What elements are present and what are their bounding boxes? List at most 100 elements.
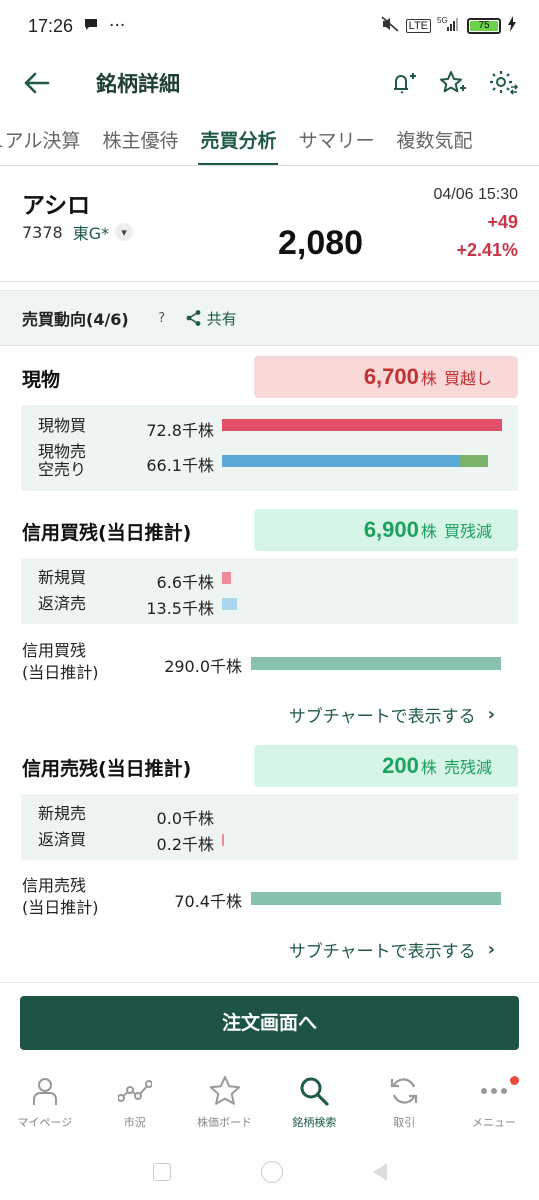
- margin-sell-subchart-link[interactable]: サブチャートで表示する ›: [289, 937, 495, 962]
- back-arrow-icon: [24, 72, 50, 94]
- status-bar: 17:26 ··· LTE 5G 75: [0, 0, 539, 52]
- tab-trading-analysis[interactable]: 売買分析: [198, 118, 279, 165]
- settings-button[interactable]: [485, 65, 521, 101]
- recent-apps-button[interactable]: [152, 1163, 171, 1181]
- new-buy-value: 6.6千株: [156, 573, 214, 592]
- star-plus-icon: [440, 71, 466, 93]
- cash-sell-label: 現物売 空売り: [38, 442, 87, 479]
- refresh-icon: [391, 1078, 418, 1104]
- cash-sell-value: 66.1千株: [146, 456, 214, 475]
- margin-sell-balance-row: 信用売残 (当日推計) 70.4千株: [0, 875, 539, 923]
- margin-sell-net-label: 売残減: [443, 758, 492, 777]
- svg-text:5G: 5G: [437, 16, 448, 25]
- margin-sell-section-header: 信用売残(当日推計) 200 株 売残減: [0, 745, 539, 789]
- nav-menu-label: メニュー: [472, 1116, 517, 1129]
- chevron-right-icon: ›: [487, 939, 495, 960]
- margin-buy-net-label: 買残減: [443, 522, 492, 541]
- cash-section-title: 現物: [22, 369, 61, 391]
- short-sell-bar: [460, 455, 488, 467]
- margin-buy-balance-row: 信用買残 (当日推計) 290.0千株: [0, 640, 539, 688]
- help-button[interactable]: ?: [151, 307, 173, 329]
- margin-sell-detail-box: 新規売 0.0千株 返済買 0.2千株: [21, 794, 518, 860]
- cash-detail-box: 現物買 72.8千株 現物売 空売り 66.1千株: [21, 405, 518, 491]
- market-selector[interactable]: 東G* ▾: [72, 220, 134, 244]
- chevron-down-icon: ▾: [115, 223, 134, 241]
- margin-buy-subchart-link[interactable]: サブチャートで表示する ›: [289, 702, 495, 727]
- nav-stock-search-label: 銘柄検索: [292, 1116, 337, 1129]
- tab-dual-earnings[interactable]: ュアル決算: [0, 118, 80, 165]
- home-button[interactable]: [260, 1161, 283, 1183]
- chevron-right-icon: ›: [487, 704, 495, 725]
- search-icon: [300, 1077, 329, 1106]
- chat-notification-icon: [83, 16, 99, 37]
- new-buy-bar: [222, 572, 231, 584]
- tab-shareholder-benefits[interactable]: 株主優待: [102, 118, 178, 165]
- cash-net-label: 買越し: [443, 369, 492, 388]
- repay-sell-label: 返済売: [38, 594, 87, 613]
- nav-market[interactable]: 市況: [90, 1066, 180, 1144]
- cash-buy-label: 現物買: [38, 416, 87, 435]
- repay-sell-bar: [222, 598, 237, 610]
- margin-buy-section-header: 信用買残(当日推計) 6,900 株 買残減: [0, 509, 539, 553]
- trading-trend-header: 売買動向(4/6) ? 共有: [0, 290, 539, 346]
- gear-sync-icon: [490, 71, 519, 95]
- market-chart-icon: [117, 1080, 152, 1102]
- system-nav-bar: [0, 1144, 539, 1200]
- cash-net-value: 6,700: [363, 364, 419, 389]
- stock-price: 2,080: [278, 224, 364, 262]
- repay-sell-value: 13.5千株: [146, 599, 214, 618]
- bell-plus-icon: [394, 73, 416, 94]
- add-favorite-button[interactable]: [435, 65, 471, 101]
- back-system-button[interactable]: [372, 1163, 387, 1181]
- app-bar: 銘柄詳細: [0, 52, 539, 114]
- more-icon: [481, 1088, 508, 1094]
- repay-buy-bar: [222, 834, 224, 846]
- margin-buy-balance-value: 290.0千株: [164, 657, 242, 676]
- add-alert-button[interactable]: [385, 65, 421, 101]
- new-buy-label: 新規買: [38, 568, 87, 587]
- margin-buy-subchart-label: サブチャートで表示する: [288, 707, 476, 727]
- charging-icon: [507, 15, 517, 37]
- margin-sell-title: 信用売残(当日推計): [22, 758, 192, 780]
- nav-stock-board[interactable]: 株価ボード: [180, 1066, 270, 1144]
- stock-name: アシロ: [22, 193, 91, 219]
- trend-title: 売買動向(4/6): [22, 310, 129, 329]
- share-icon: [186, 310, 201, 326]
- status-time: 17:26: [28, 15, 74, 36]
- stock-code-row: 7378 東G* ▾: [22, 220, 134, 244]
- margin-buy-balance-bar: [251, 657, 501, 670]
- share-button[interactable]: 共有: [185, 308, 237, 329]
- tab-summary[interactable]: サマリー: [298, 118, 374, 165]
- nav-trade-label: 取引: [393, 1116, 416, 1129]
- order-screen-button[interactable]: 注文画面へ: [20, 996, 519, 1050]
- bottom-nav: マイページ 市況 株価ボード 銘柄検索 取引 メニュー: [0, 1066, 539, 1144]
- nav-mypage-label: マイページ: [17, 1116, 73, 1129]
- margin-sell-badge: 200 株 売残減: [254, 745, 518, 787]
- market-label: 東G*: [72, 224, 110, 243]
- margin-sell-balance-bar: [251, 892, 501, 905]
- price-change-percent: +2.41%: [456, 240, 518, 260]
- margin-sell-subchart-label: サブチャートで表示する: [288, 942, 476, 962]
- margin-sell-net-value: 200: [382, 753, 419, 778]
- nav-mypage[interactable]: マイページ: [0, 1066, 90, 1144]
- nav-trade[interactable]: 取引: [359, 1066, 449, 1144]
- nav-stock-board-label: 株価ボード: [197, 1116, 253, 1129]
- cash-section-header: 現物 6,700 株 買越し: [0, 356, 539, 400]
- nav-stock-search[interactable]: 銘柄検索: [269, 1066, 359, 1144]
- new-sell-value: 0.0千株: [156, 809, 214, 828]
- cash-buy-bar: [222, 419, 502, 431]
- signal-icon: 5G: [437, 16, 461, 37]
- nav-menu[interactable]: メニュー: [449, 1066, 539, 1144]
- new-sell-label: 新規売: [38, 804, 87, 823]
- tab-multiple-quotes[interactable]: 複数気配: [396, 118, 472, 165]
- mute-icon: [380, 15, 400, 38]
- battery-icon: 75: [467, 18, 501, 34]
- star-icon: [209, 1076, 240, 1105]
- margin-sell-balance-label: 信用売残 (当日推計): [22, 876, 99, 917]
- repay-buy-label: 返済買: [38, 830, 87, 849]
- margin-sell-balance-value: 70.4千株: [174, 892, 242, 911]
- cash-buy-value: 72.8千株: [146, 421, 214, 440]
- back-button[interactable]: [18, 64, 56, 102]
- order-bar: 注文画面へ: [0, 982, 539, 1066]
- volte-icon: LTE: [405, 19, 431, 33]
